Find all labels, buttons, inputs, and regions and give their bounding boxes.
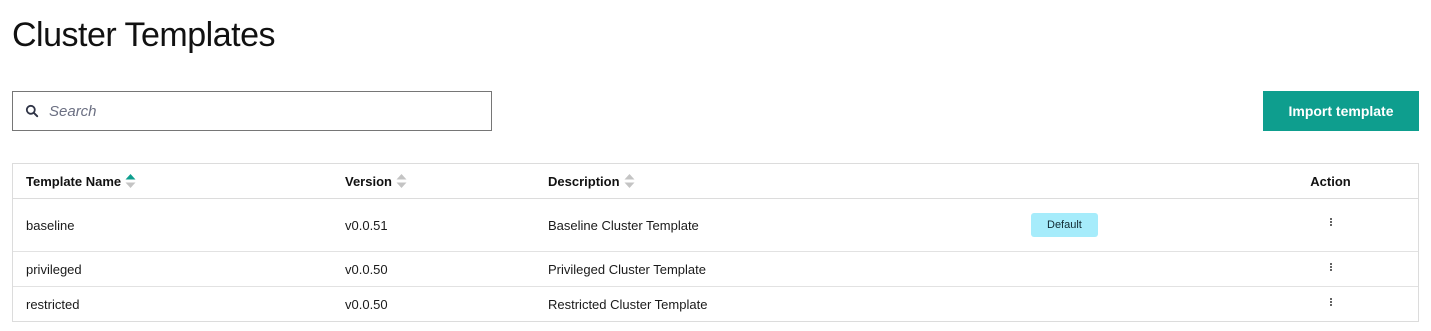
- action-cell: [1243, 251, 1418, 287]
- template-name-cell: restricted: [26, 296, 80, 312]
- column-header-label: Description: [548, 173, 620, 189]
- column-header-label: Version: [345, 173, 392, 189]
- column-header-badge: [1004, 164, 1243, 199]
- templates-table: Template Name Version Description Action…: [12, 163, 1419, 322]
- cluster-templates-page: Cluster Templates Import template Templa…: [0, 0, 1431, 331]
- column-header-version[interactable]: Version: [345, 164, 548, 199]
- description-cell: Privileged Cluster Template: [548, 251, 1004, 287]
- badge-cell: [1004, 251, 1243, 287]
- action-cell: [1243, 287, 1418, 322]
- description-cell: Restricted Cluster Template: [548, 296, 708, 312]
- version-cell: v0.0.50: [345, 296, 388, 312]
- toolbar: Import template: [12, 91, 1419, 131]
- import-template-button[interactable]: Import template: [1263, 91, 1419, 131]
- search-box[interactable]: [12, 91, 492, 131]
- version-cell: v0.0.50: [345, 251, 548, 287]
- table-row[interactable]: privileged v0.0.50 Privileged Cluster Te…: [13, 251, 1418, 287]
- badge-cell: [1004, 287, 1243, 322]
- column-header-description[interactable]: Description: [548, 164, 1004, 199]
- template-name-cell: privileged: [13, 251, 345, 287]
- description-cell: Baseline Cluster Template: [548, 198, 1004, 252]
- table-row[interactable]: restricted v0.0.50 Restricted Cluster Te…: [13, 287, 1418, 322]
- more-actions-icon[interactable]: [1325, 295, 1337, 309]
- table-header-row: Template Name Version Description Action: [13, 164, 1418, 199]
- more-actions-icon[interactable]: [1325, 260, 1337, 274]
- sort-unsorted-icon[interactable]: [396, 173, 407, 189]
- version-cell: v0.0.51: [345, 198, 548, 252]
- sort-unsorted-icon[interactable]: [624, 173, 635, 189]
- action-cell: [1243, 198, 1418, 252]
- search-input[interactable]: [49, 96, 491, 126]
- sort-ascending-icon[interactable]: [125, 173, 136, 189]
- search-icon: [25, 104, 39, 118]
- page-title: Cluster Templates: [12, 16, 276, 54]
- default-badge: Default: [1031, 213, 1098, 237]
- table-row[interactable]: baseline v0.0.51 Baseline Cluster Templa…: [13, 198, 1418, 252]
- badge-cell: Default: [1004, 198, 1243, 252]
- template-name-cell: baseline: [13, 198, 345, 252]
- column-header-template-name[interactable]: Template Name: [13, 164, 345, 199]
- more-actions-icon[interactable]: [1325, 215, 1337, 229]
- column-header-action: Action: [1243, 164, 1418, 199]
- column-header-label: Template Name: [26, 173, 122, 189]
